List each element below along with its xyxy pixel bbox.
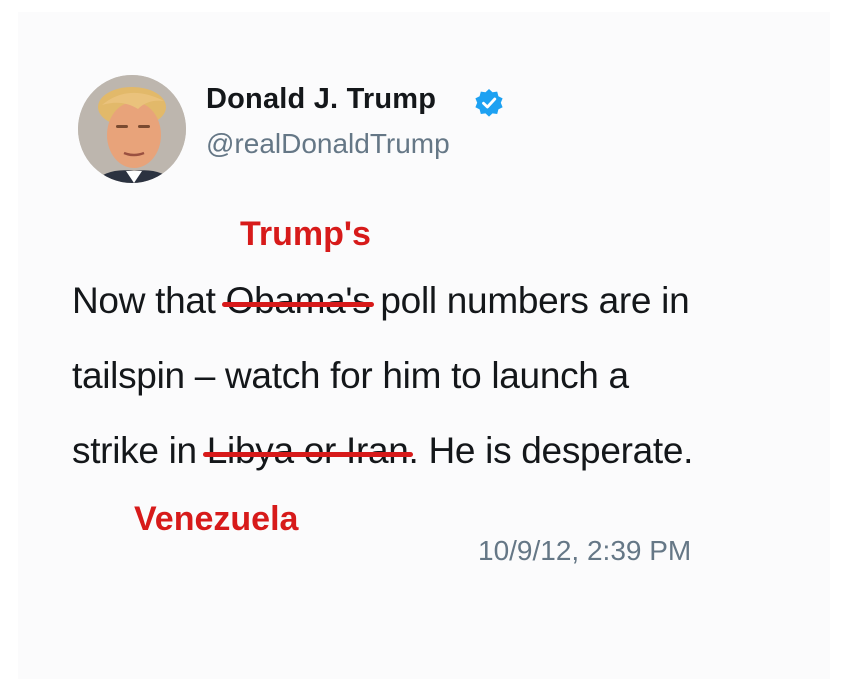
tweet-text-line-2: tailspin – watch for him to launch a xyxy=(72,355,629,396)
struck-text: Obama's xyxy=(225,280,371,321)
verified-badge-icon xyxy=(475,89,503,117)
user-handle[interactable]: @realDonaldTrump xyxy=(206,128,450,160)
profile-photo-icon[interactable] xyxy=(78,75,186,183)
correction-annotation-2: Venezuela xyxy=(134,500,299,538)
struck-word: Obama's xyxy=(221,280,375,322)
tweet-screenshot: Donald J. Trump @realDonaldTrump Trump's… xyxy=(0,0,850,691)
correction-annotation-1: Trump's xyxy=(240,215,371,253)
tweet-timestamp[interactable]: 10/9/12, 2:39 PM xyxy=(478,535,691,567)
tweet-text-segment: Now that xyxy=(72,280,226,321)
struck-phrase: Libya or Iran xyxy=(202,430,413,472)
tweet-text-segment: poll numbers are in xyxy=(370,280,690,321)
strikethrough-line xyxy=(202,451,413,457)
tweet-text-segment: . He is desperate. xyxy=(408,430,694,471)
struck-text: Libya or Iran xyxy=(206,430,409,471)
tweet-text-line-3: strike in Libya or Iran. He is desperate… xyxy=(72,430,693,472)
display-name[interactable]: Donald J. Trump xyxy=(206,83,436,116)
tweet-text-segment: strike in xyxy=(72,430,207,471)
tweet-text-line-1: Now that Obama's poll numbers are in xyxy=(72,280,690,322)
strikethrough-line xyxy=(221,301,375,307)
